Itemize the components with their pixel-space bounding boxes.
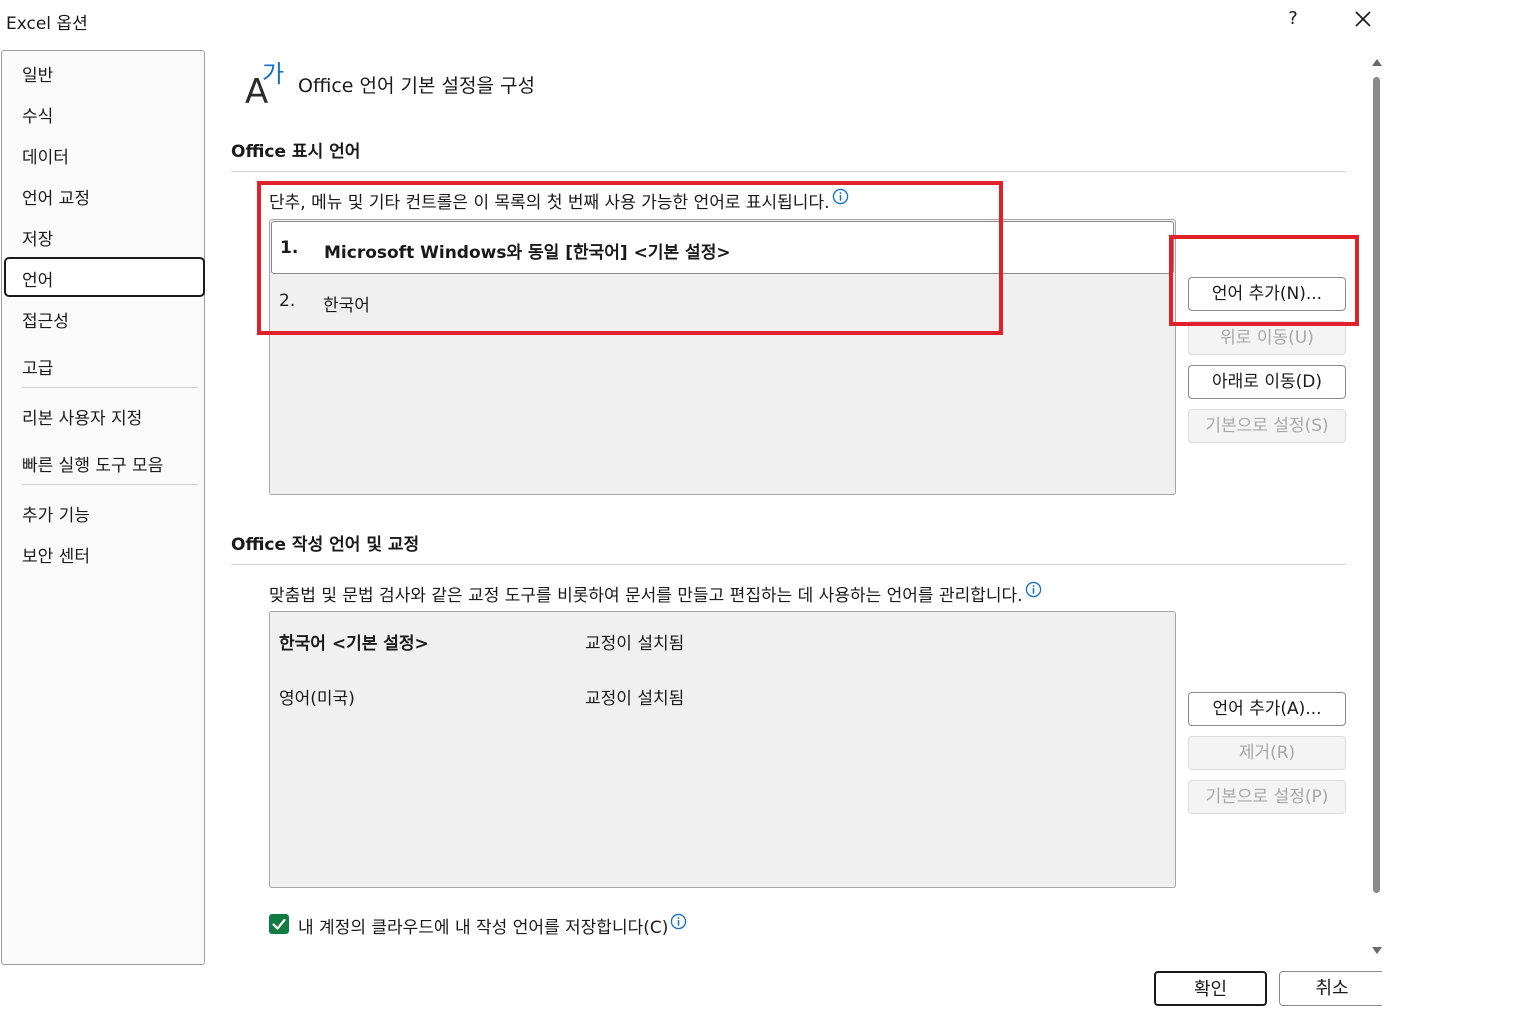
sidebar-item-add-ins[interactable]: 추가 기능 xyxy=(22,501,90,526)
move-down-button[interactable]: 아래로 이동(D) xyxy=(1188,365,1346,399)
display-language-description: 단추, 메뉴 및 기타 컨트롤은 이 목록의 첫 번째 사용 가능한 언어로 표… xyxy=(269,188,849,213)
list-item-name[interactable]: 영어(미국) xyxy=(279,684,355,709)
sidebar-item-formulas[interactable]: 수식 xyxy=(22,102,53,127)
display-language-list[interactable]: 1. Microsoft Windows와 동일 [한국어] <기본 설정> 2… xyxy=(269,219,1176,495)
move-up-button[interactable]: 위로 이동(U) xyxy=(1188,321,1346,355)
add-authoring-language-button[interactable]: 언어 추가(A)... xyxy=(1188,692,1346,726)
section-divider xyxy=(231,171,1346,172)
list-item-index: 2. xyxy=(279,291,296,311)
add-display-language-button[interactable]: 언어 추가(N)... xyxy=(1188,277,1346,311)
authoring-language-description-text: 맞춤법 및 문법 검사와 같은 교정 도구를 비롯하여 문서를 만들고 편집하는… xyxy=(269,586,1023,606)
language-icon-korean-glyph: 가 xyxy=(262,60,284,88)
page-title: Office 언어 기본 설정을 구성 xyxy=(298,75,535,97)
section-divider xyxy=(231,564,1346,565)
sidebar-item-quick-access-toolbar[interactable]: 빠른 실행 도구 모음 xyxy=(22,451,163,476)
set-default-authoring-button[interactable]: 기본으로 설정(P) xyxy=(1188,780,1346,814)
authoring-language-description: 맞춤법 및 문법 검사와 같은 교정 도구를 비롯하여 문서를 만들고 편집하는… xyxy=(269,581,1042,606)
display-language-description-text: 단추, 메뉴 및 기타 컨트롤은 이 목록의 첫 번째 사용 가능한 언어로 표… xyxy=(269,193,830,213)
sidebar-item-advanced[interactable]: 고급 xyxy=(22,354,53,379)
set-default-display-button[interactable]: 기본으로 설정(S) xyxy=(1188,409,1346,443)
list-item-status: 교정이 설치됨 xyxy=(585,634,685,654)
sidebar-item-accessibility[interactable]: 접근성 xyxy=(22,307,69,332)
window-title: Excel 옵션 xyxy=(6,14,88,34)
help-button[interactable]: ? xyxy=(1283,8,1303,29)
authoring-language-section-title: Office 작성 언어 및 교정 xyxy=(231,535,420,555)
cloud-save-label: 내 계정의 클라우드에 내 작성 언어를 저장합니다(C) xyxy=(298,913,687,938)
scrollbar-thumb[interactable] xyxy=(1373,77,1380,893)
list-item-name[interactable]: 한국어 xyxy=(323,291,370,316)
sidebar-divider xyxy=(22,387,198,388)
list-item-status: 교정이 설치됨 xyxy=(585,689,685,709)
list-item-name: Microsoft Windows와 동일 [한국어] <기본 설정> xyxy=(324,243,731,263)
info-icon[interactable] xyxy=(1025,581,1042,598)
sidebar-item-save[interactable]: 저장 xyxy=(22,225,53,250)
sidebar-divider xyxy=(22,484,198,485)
sidebar-item-proofing[interactable]: 언어 교정 xyxy=(22,184,90,209)
list-item-index: 1. xyxy=(280,238,299,258)
cloud-save-checkbox[interactable] xyxy=(269,914,289,934)
authoring-language-list[interactable]: 한국어 <기본 설정> 교정이 설치됨 영어(미국) 교정이 설치됨 xyxy=(269,611,1176,888)
cancel-button[interactable]: 취소 xyxy=(1279,971,1385,1006)
window-edge-blank xyxy=(1382,0,1529,1012)
display-language-row-selected[interactable]: 1. Microsoft Windows와 동일 [한국어] <기본 설정> xyxy=(271,221,1174,274)
cloud-save-label-text[interactable]: 내 계정의 클라우드에 내 작성 언어를 저장합니다(C) xyxy=(298,918,668,938)
close-icon xyxy=(1355,11,1371,27)
sidebar-item-language[interactable]: 언어 xyxy=(22,266,53,291)
sidebar: 일반 수식 데이터 언어 교정 저장 언어 접근성 고급 리본 사용자 지정 빠… xyxy=(1,50,205,965)
sidebar-item-data[interactable]: 데이터 xyxy=(22,143,69,168)
info-icon[interactable] xyxy=(832,188,849,205)
list-item-name[interactable]: 한국어 <기본 설정> xyxy=(279,629,429,654)
sidebar-item-trust-center[interactable]: 보안 센터 xyxy=(22,542,90,567)
remove-language-button[interactable]: 제거(R) xyxy=(1188,736,1346,770)
checkmark-icon xyxy=(272,918,286,930)
close-button[interactable] xyxy=(1350,6,1376,32)
sidebar-item-general[interactable]: 일반 xyxy=(22,61,53,86)
sidebar-item-customize-ribbon[interactable]: 리본 사용자 지정 xyxy=(22,404,142,429)
info-icon[interactable] xyxy=(670,913,687,930)
language-icon: A 가 xyxy=(245,60,284,108)
display-language-section-title: Office 표시 언어 xyxy=(231,142,361,162)
ok-button[interactable]: 확인 xyxy=(1154,971,1267,1006)
